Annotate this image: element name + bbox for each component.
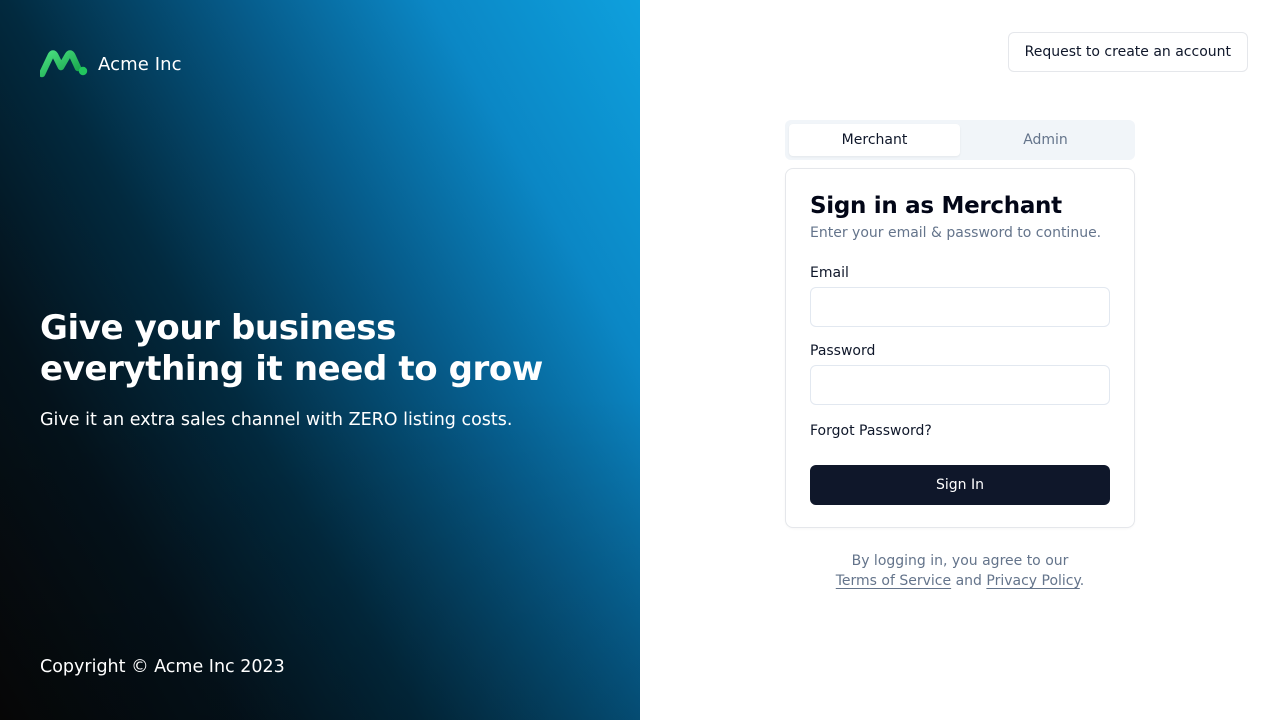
signin-title: Sign in as Merchant [810,193,1062,219]
copyright-text: Copyright © Acme Inc 2023 [40,657,285,677]
signin-card: Sign in as Merchant Enter your email & p… [785,168,1135,528]
role-tabs: Merchant Admin [785,120,1135,160]
email-field[interactable] [810,287,1110,327]
brand-name: Acme Inc [98,53,182,75]
legal-notice: By logging in, you agree to our Terms of… [785,551,1135,591]
sign-in-button[interactable]: Sign In [810,465,1110,505]
password-label: Password [810,343,876,359]
hero-copy: Give your business everything it need to… [40,308,600,432]
tab-admin[interactable]: Admin [960,124,1131,156]
hero-subtitle: Give it an extra sales channel with ZERO… [40,410,513,430]
legal-prefix: By logging in, you agree to our [851,553,1069,569]
terms-of-service-link[interactable]: Terms of Service [836,573,951,589]
request-account-button[interactable]: Request to create an account [1007,32,1248,72]
acme-logo-icon [40,50,88,78]
auth-panel: Request to create an account Merchant Ad… [640,0,1280,720]
email-label: Email [810,265,849,281]
signin-subtitle: Enter your email & password to continue. [810,225,1102,241]
brand: Acme Inc [40,50,182,78]
privacy-policy-link[interactable]: Privacy Policy [986,573,1079,589]
hero-panel: Acme Inc Give your business everything i… [0,0,640,720]
legal-suffix: . [1079,573,1085,589]
tab-merchant[interactable]: Merchant [789,124,960,156]
legal-and: and [955,573,982,589]
login-page: Acme Inc Give your business everything i… [0,0,1280,720]
hero-title: Give your business everything it need to… [40,308,543,389]
password-field[interactable] [810,365,1110,405]
forgot-password-link[interactable]: Forgot Password? [810,421,932,441]
